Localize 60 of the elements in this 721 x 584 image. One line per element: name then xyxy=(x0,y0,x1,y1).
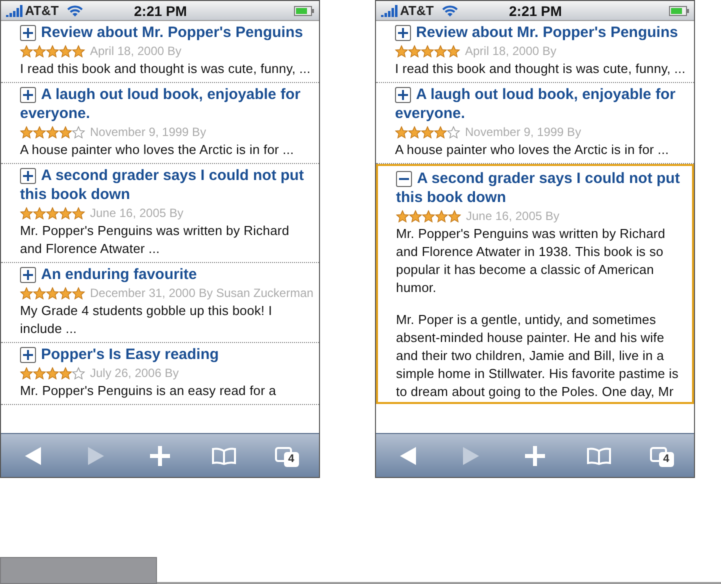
plus-icon xyxy=(22,349,34,361)
review-meta: July 26, 2006 By xyxy=(90,365,179,382)
expand-button[interactable] xyxy=(20,267,36,283)
review-text: My Grade 4 students gobble up this book! I include ... xyxy=(20,302,274,338)
review-meta: June 16, 2005 By xyxy=(466,208,560,225)
pages-button[interactable]: 4 xyxy=(647,440,678,470)
plus-icon xyxy=(22,269,34,281)
plus-icon xyxy=(22,89,34,101)
review-text: Mr. Popper's Penguins was written by Richard and Florence Atwater ... xyxy=(20,222,290,258)
review-title[interactable]: Review about Mr. Popper's Penguins xyxy=(20,23,311,42)
review-text: A house painter who loves the Arctic is in for ... xyxy=(20,141,295,159)
review-text: Mr. Popper's Penguins was written by Richard and Florence Atwater in 1938. This book is so popular it has become a classic of American humor. xyxy=(396,225,666,297)
collapse-button[interactable] xyxy=(396,171,412,187)
review-meta: November 9, 1999 By xyxy=(465,124,582,141)
expand-button[interactable] xyxy=(395,25,411,41)
review-title[interactable]: An enduring favourite xyxy=(20,265,311,284)
battery-icon xyxy=(294,6,314,16)
review-meta: April 18, 2000 By xyxy=(90,43,182,60)
review-title[interactable]: A laugh out loud book, enjoyable for everyone. xyxy=(395,85,686,123)
expand-button[interactable] xyxy=(20,87,36,103)
signal-icon xyxy=(6,4,23,16)
plus-icon xyxy=(22,27,34,39)
review-meta: December 31, 2000 By Susan Zuckerman xyxy=(90,285,314,302)
review-text: Mr. Poper is a gentle, untidy, and sometimes absent-minded house painter. He and his wife and their two children, Jamie and Bill, live in a simple home in Stillwater. His favorite pastime is to dream about going to the Poles. One day, Mr xyxy=(396,311,680,401)
clock-time: 2:21 PM xyxy=(509,4,562,18)
plus-icon xyxy=(22,170,34,182)
review-title[interactable]: A laugh out loud book, enjoyable for everyone. xyxy=(20,85,311,123)
back-arrow-icon xyxy=(24,446,41,464)
carrier-label: AT&T xyxy=(25,4,59,17)
review-title[interactable]: A second grader says I could not put this book down xyxy=(20,166,311,204)
book-icon xyxy=(586,446,612,464)
review-meta: April 18, 2000 By xyxy=(465,43,556,60)
plus-icon xyxy=(397,89,409,101)
expand-button[interactable] xyxy=(20,347,36,363)
wifi-icon xyxy=(66,4,83,16)
forward-arrow-icon xyxy=(88,446,104,464)
expand-button[interactable] xyxy=(20,168,36,184)
signal-icon xyxy=(381,4,398,16)
clock-time: 2:21 PM xyxy=(134,4,187,18)
review-text: Mr. Popper's Penguins is an easy read for a xyxy=(20,382,278,400)
plus-icon xyxy=(150,446,170,466)
review-title[interactable]: Popper's Is Easy reading xyxy=(20,345,311,364)
plus-icon xyxy=(397,27,409,39)
review-title[interactable]: Review about Mr. Popper's Penguins xyxy=(395,23,686,42)
review-title[interactable]: A second grader says I could not put this book down xyxy=(396,169,684,207)
pages-button[interactable]: 4 xyxy=(272,440,302,470)
book-icon xyxy=(210,446,237,464)
back-arrow-icon xyxy=(400,446,416,464)
wifi-icon xyxy=(442,4,458,16)
review-meta: November 9, 1999 By xyxy=(90,124,206,141)
review-meta: June 16, 2005 By xyxy=(90,205,184,222)
review-text: I read this book and thought is was cute, funny, ... xyxy=(395,60,686,78)
expand-button[interactable] xyxy=(20,25,36,41)
expand-button[interactable] xyxy=(395,87,411,103)
review-text: I read this book and thought is was cute, funny, ... xyxy=(20,60,311,78)
forward-arrow-icon xyxy=(463,446,480,464)
carrier-label: AT&T xyxy=(400,4,434,17)
review-text: A house painter who loves the Arctic is in for ... xyxy=(395,141,670,159)
plus-icon xyxy=(524,446,545,466)
battery-icon xyxy=(669,6,689,16)
